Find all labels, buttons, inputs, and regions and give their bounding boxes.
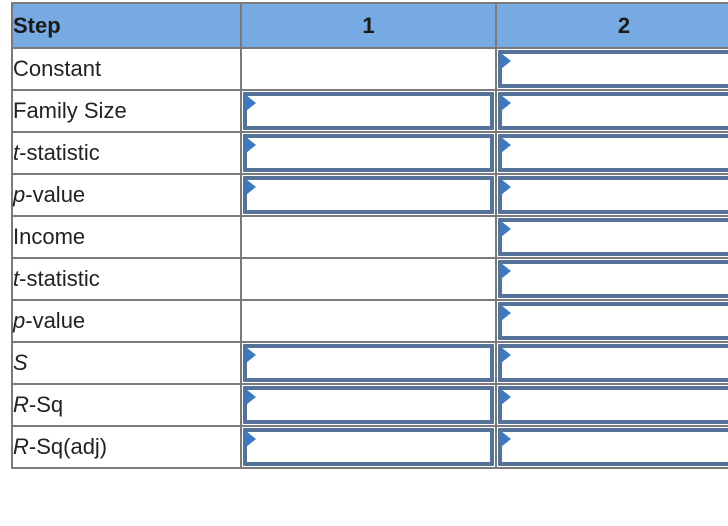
dropdown-flag-icon bbox=[246, 179, 256, 195]
row-label-text: -statistic bbox=[19, 266, 100, 291]
step-2-cell bbox=[495, 341, 728, 385]
step-1-cell bbox=[240, 299, 497, 343]
step-2-cell bbox=[495, 131, 728, 175]
table-row: t-statistic bbox=[11, 131, 728, 175]
step-1-cell bbox=[240, 383, 497, 427]
table-row: p-value bbox=[11, 173, 728, 217]
step-1-cell bbox=[240, 47, 497, 91]
dropdown-flag-icon bbox=[246, 389, 256, 405]
step-1-answer-dropdown[interactable] bbox=[243, 344, 494, 382]
step-2-cell bbox=[495, 215, 728, 259]
table-body: Constant Family Size t-statistic p-value Inc… bbox=[11, 47, 728, 469]
header-step-1: 1 bbox=[240, 2, 497, 49]
step-2-cell bbox=[495, 299, 728, 343]
dropdown-flag-icon bbox=[246, 137, 256, 153]
row-label: t-statistic bbox=[11, 257, 242, 301]
step-2-answer-dropdown[interactable] bbox=[498, 344, 728, 382]
step-2-cell bbox=[495, 383, 728, 427]
step-1-answer-dropdown[interactable] bbox=[243, 176, 494, 214]
dropdown-flag-icon bbox=[246, 347, 256, 363]
step-2-answer-dropdown[interactable] bbox=[498, 428, 728, 466]
row-label: R-Sq bbox=[11, 383, 242, 427]
table-row: Family Size bbox=[11, 89, 728, 133]
step-1-cell bbox=[240, 257, 497, 301]
row-label-italic: S bbox=[13, 350, 28, 375]
row-label: R-Sq(adj) bbox=[11, 425, 242, 469]
step-2-answer-dropdown[interactable] bbox=[498, 134, 728, 172]
dropdown-flag-icon bbox=[501, 431, 511, 447]
row-label-text: -Sq bbox=[28, 392, 64, 417]
step-2-cell bbox=[495, 257, 728, 301]
dropdown-flag-icon bbox=[501, 221, 511, 237]
table-row: Income bbox=[11, 215, 728, 259]
row-label: t-statistic bbox=[11, 131, 242, 175]
row-label: Family Size bbox=[11, 89, 242, 133]
step-1-cell bbox=[240, 215, 497, 259]
row-label: Constant bbox=[11, 47, 242, 91]
step-2-cell bbox=[495, 89, 728, 133]
step-2-answer-dropdown[interactable] bbox=[498, 50, 728, 88]
table-row: S bbox=[11, 341, 728, 385]
dropdown-flag-icon bbox=[501, 389, 511, 405]
step-2-answer-dropdown[interactable] bbox=[498, 218, 728, 256]
step-1-answer-dropdown[interactable] bbox=[243, 386, 494, 424]
step-2-answer-dropdown[interactable] bbox=[498, 176, 728, 214]
row-label-text: -statistic bbox=[19, 140, 100, 165]
step-2-answer-dropdown[interactable] bbox=[498, 386, 728, 424]
header-step-2: 2 bbox=[495, 2, 728, 49]
table-row: R-Sq bbox=[11, 383, 728, 427]
dropdown-flag-icon bbox=[501, 305, 511, 321]
row-label-italic: p bbox=[13, 182, 26, 207]
step-2-answer-dropdown[interactable] bbox=[498, 260, 728, 298]
step-1-answer-dropdown[interactable] bbox=[243, 428, 494, 466]
row-label: p-value bbox=[11, 173, 242, 217]
row-label-text: Family Size bbox=[13, 98, 127, 123]
table-row: t-statistic bbox=[11, 257, 728, 301]
step-1-answer-dropdown[interactable] bbox=[243, 92, 494, 130]
row-label-text: -value bbox=[25, 182, 86, 207]
dropdown-flag-icon bbox=[501, 137, 511, 153]
step-2-answer-dropdown[interactable] bbox=[498, 92, 728, 130]
row-label-italic: p bbox=[13, 308, 26, 333]
dropdown-flag-icon bbox=[501, 179, 511, 195]
step-2-cell bbox=[495, 47, 728, 91]
row-label-italic: R bbox=[13, 392, 29, 417]
step-1-answer-dropdown[interactable] bbox=[243, 134, 494, 172]
dropdown-flag-icon bbox=[246, 431, 256, 447]
dropdown-flag-icon bbox=[501, 95, 511, 111]
step-1-cell bbox=[240, 341, 497, 385]
row-label: p-value bbox=[11, 299, 242, 343]
table-row: p-value bbox=[11, 299, 728, 343]
table-row: R-Sq(adj) bbox=[11, 425, 728, 469]
dropdown-flag-icon bbox=[501, 263, 511, 279]
row-label: S bbox=[11, 341, 242, 385]
step-2-answer-dropdown[interactable] bbox=[498, 302, 728, 340]
row-label-text: Constant bbox=[13, 56, 102, 81]
step-2-cell bbox=[495, 425, 728, 469]
row-label-italic: R bbox=[13, 434, 29, 459]
header-row: Step 1 2 bbox=[11, 2, 728, 49]
row-label-text: Income bbox=[13, 224, 86, 249]
dropdown-flag-icon bbox=[501, 53, 511, 69]
dropdown-flag-icon bbox=[501, 347, 511, 363]
table-row: Constant bbox=[11, 47, 728, 91]
step-2-cell bbox=[495, 173, 728, 217]
header-step: Step bbox=[11, 2, 242, 49]
row-label: Income bbox=[11, 215, 242, 259]
step-1-cell bbox=[240, 131, 497, 175]
row-label-text: -value bbox=[25, 308, 86, 333]
regression-steps-table: Step 1 2 Constant Family Size t-statistic p… bbox=[11, 2, 728, 469]
step-1-cell bbox=[240, 89, 497, 133]
row-label-text: -Sq(adj) bbox=[28, 434, 108, 459]
step-1-cell bbox=[240, 173, 497, 217]
step-1-cell bbox=[240, 425, 497, 469]
dropdown-flag-icon bbox=[246, 95, 256, 111]
